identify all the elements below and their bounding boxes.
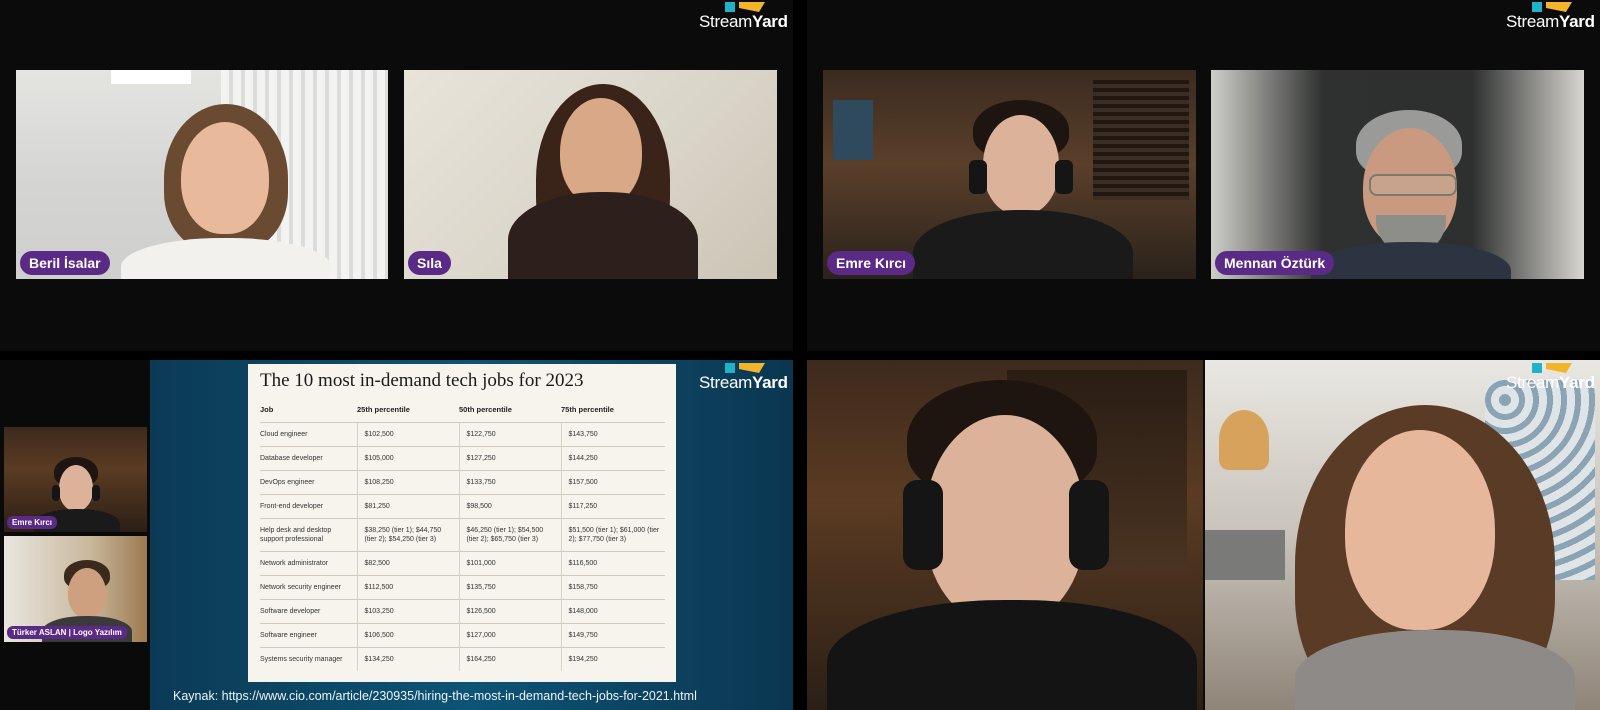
- participant-name-tag: Türker ASLAN | Logo Yazılım: [7, 626, 127, 639]
- cell-value: $148,000: [560, 599, 665, 624]
- stream-panel-top-left: StreamYard Beril İsalar Sıla: [0, 0, 793, 351]
- stream-panel-bottom-right: StreamYard: [807, 360, 1600, 710]
- cell-value: $102,500: [356, 422, 459, 447]
- cell-value: $144,250: [560, 446, 665, 471]
- table-row: Network administrator $82,500 $101,000 $116…: [260, 551, 665, 576]
- cell-value: $82,500: [356, 551, 459, 576]
- cell-value: $194,250: [560, 647, 665, 671]
- cell-value: $116,500: [560, 551, 665, 576]
- participant-name-tag: Mennan Öztürk: [1215, 251, 1335, 275]
- table-row: DevOps engineer $108,250 $133,750 $157,500: [260, 470, 665, 495]
- table-row: Network security engineer $112,500 $135,75…: [260, 575, 665, 600]
- cell-job: Software developer: [260, 599, 357, 624]
- streamyard-logo: StreamYard: [1506, 363, 1595, 393]
- cell-value: $98,500: [458, 494, 561, 519]
- cell-job: Network administrator: [260, 551, 357, 576]
- participant-name-tag: Sıla: [408, 251, 451, 275]
- cell-value: $134,250: [356, 647, 459, 671]
- participant-name-tag: Emre Kırcı: [7, 516, 58, 529]
- participant-name-tag: Beril İsalar: [20, 251, 110, 275]
- cell-value: $106,500: [356, 623, 459, 648]
- video-tile-sila[interactable]: Sıla: [404, 70, 777, 279]
- cell-value: $133,750: [458, 470, 561, 495]
- stream-panel-top-right: StreamYard Emre Kırcı Mennan Öztürk: [807, 0, 1600, 351]
- video-tile-beril[interactable]: Beril İsalar: [16, 70, 388, 279]
- cell-value: $126,500: [458, 599, 561, 624]
- cell-value: $149,750: [560, 623, 665, 648]
- streamyard-mark-icon: [725, 2, 765, 12]
- streamyard-mark-icon: [725, 363, 765, 373]
- column-header: 75th percentile: [561, 405, 614, 414]
- table-row: Front-end developer $81,250 $98,500 $117,25…: [260, 494, 665, 519]
- cell-job: Front-end developer: [260, 494, 357, 519]
- cell-value: $81,250: [356, 494, 459, 519]
- column-header: 25th percentile: [357, 405, 410, 414]
- slide-title: The 10 most in-demand tech jobs for 2023: [260, 370, 584, 391]
- streamyard-logo: StreamYard: [699, 363, 788, 393]
- streamyard-logo: StreamYard: [1506, 2, 1595, 32]
- column-header: Job: [260, 405, 274, 414]
- cell-value: $103,250: [356, 599, 459, 624]
- cell-value: $135,750: [458, 575, 561, 600]
- cell-job: Software engineer: [260, 623, 357, 648]
- cell-value: $46,250 (tier 1); $54,500 (tier 2); $65,…: [458, 518, 561, 552]
- table-header-row: Job 25th percentile 50th percentile 75th…: [260, 402, 665, 423]
- cell-value: $127,250: [458, 446, 561, 471]
- sidebar-cam-turker[interactable]: Türker ASLAN | Logo Yazılım: [4, 536, 147, 642]
- cell-value: $108,250: [356, 470, 459, 495]
- table-row: Systems security manager $134,250 $164,250…: [260, 647, 665, 671]
- cell-job: Network security engineer: [260, 575, 357, 600]
- cell-value: $122,750: [458, 422, 561, 447]
- cell-value: $158,750: [560, 575, 665, 600]
- table-row: Database developer $105,000 $127,250 $144,2…: [260, 446, 665, 471]
- sidebar-cam-emre[interactable]: Emre Kırcı: [4, 427, 147, 532]
- slide-source-link[interactable]: Kaynak: https://www.cio.com/article/2309…: [173, 690, 733, 703]
- table-row: Software engineer $106,500 $127,000 $149,75…: [260, 623, 665, 648]
- cell-value: $51,500 (tier 1); $61,000 (tier 2); $77,…: [560, 518, 665, 552]
- cell-value: $157,500: [560, 470, 665, 495]
- video-tile-mennan[interactable]: Mennan Öztürk: [1211, 70, 1584, 279]
- cell-value: $127,000: [458, 623, 561, 648]
- streamyard-mark-icon: [1532, 2, 1572, 12]
- video-tile-emre-large[interactable]: [807, 360, 1203, 710]
- streamyard-logo: StreamYard: [699, 2, 788, 32]
- streamyard-mark-icon: [1532, 363, 1572, 373]
- column-header: 50th percentile: [459, 405, 512, 414]
- cell-value: $101,000: [458, 551, 561, 576]
- cell-value: $117,250: [560, 494, 665, 519]
- cell-job: Systems security manager: [260, 647, 357, 671]
- cell-value: $105,000: [356, 446, 459, 471]
- cell-value: $143,750: [560, 422, 665, 447]
- video-tile-emre[interactable]: Emre Kırcı: [823, 70, 1196, 279]
- cell-job: DevOps engineer: [260, 470, 357, 495]
- cell-job: Cloud engineer: [260, 422, 357, 447]
- cell-job: Help desk and desktop support profession…: [260, 518, 357, 552]
- cell-value: $38,250 (tier 1); $44,750 (tier 2); $54,…: [356, 518, 459, 552]
- salary-table: Job 25th percentile 50th percentile 75th…: [260, 402, 665, 671]
- participant-name-tag: Emre Kırcı: [827, 251, 916, 275]
- video-tile-guest-large[interactable]: [1205, 360, 1600, 710]
- table-row: Help desk and desktop support profession…: [260, 518, 665, 552]
- cell-value: $112,500: [356, 575, 459, 600]
- table-row: Cloud engineer $102,500 $122,750 $143,750: [260, 422, 665, 447]
- stream-panel-slide: Emre Kırcı Türker ASLAN | Logo Yazılım T…: [0, 360, 793, 710]
- cell-job: Database developer: [260, 446, 357, 471]
- table-row: Software developer $103,250 $126,500 $148,0…: [260, 599, 665, 624]
- slide-table-card: The 10 most in-demand tech jobs for 2023…: [248, 364, 676, 682]
- cell-value: $164,250: [458, 647, 561, 671]
